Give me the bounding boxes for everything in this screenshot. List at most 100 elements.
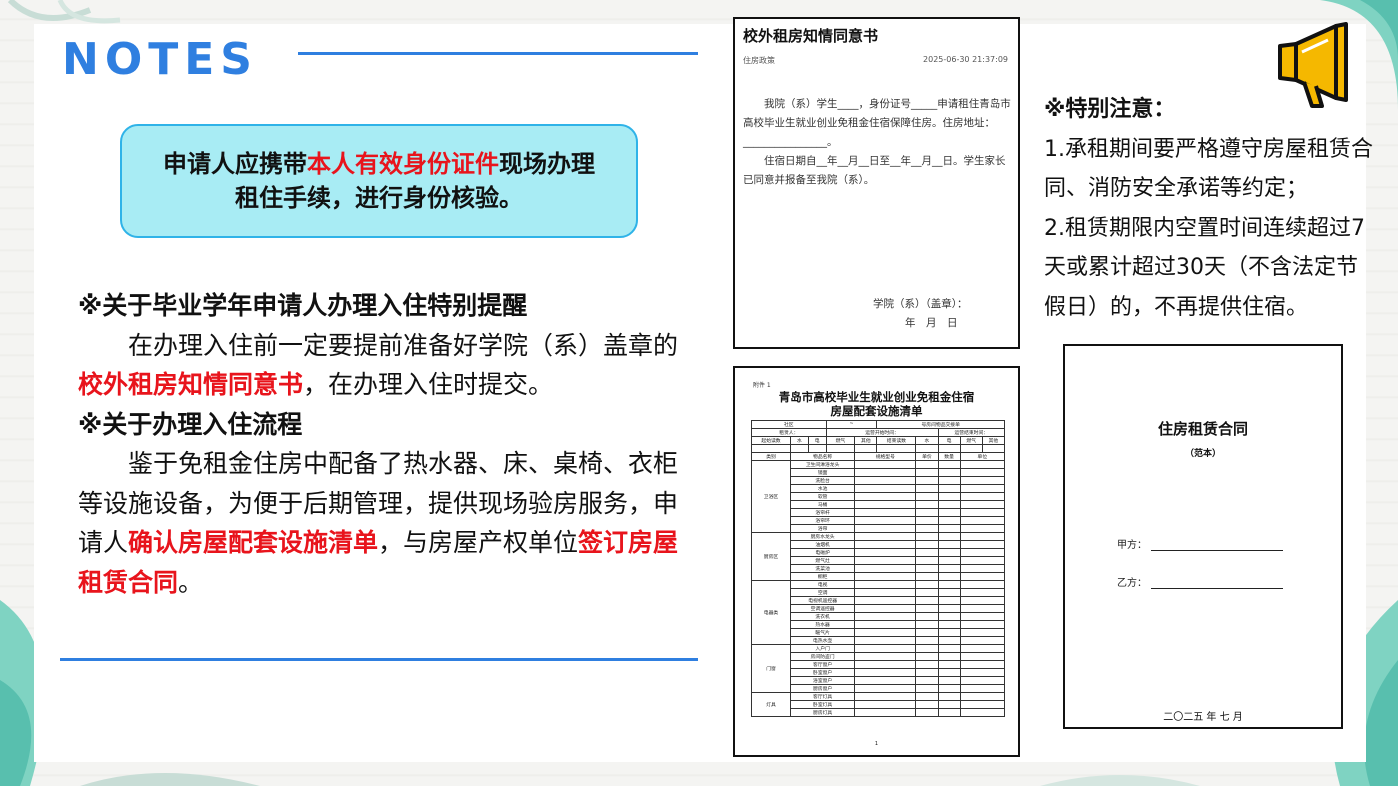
checklist-cell (959, 491, 1006, 501)
checklist-cell (937, 659, 961, 669)
checklist-cell: 起始读数 (751, 436, 791, 445)
checklist-cell (959, 499, 1006, 509)
special-notice: ※特别注意： 1.承租期间要严格遵守房屋租赁合同、消防安全承诺等约定； 2.租赁… (1044, 90, 1374, 327)
contract-party-b: 乙方： (1117, 574, 1283, 589)
checklist-cell (915, 444, 939, 453)
checklist-cell (959, 483, 1006, 493)
consent-form-highlight: 校外租房知情同意书 (78, 370, 304, 399)
checklist-cell: 规格型号 (854, 451, 917, 461)
notice-item-2: 2.租赁期限内空置时间连续超过7天或累计超过30天（不含法定节假日）的，不再提供… (1044, 215, 1365, 320)
checklist-cell: 燃气 (959, 436, 983, 445)
instructions-body: ※关于毕业学年申请人办理入住特别提醒 在办理入住前一定要提前准备好学院（系）盖章… (78, 286, 684, 602)
checklist-cell: 其他 (981, 436, 1006, 445)
checklist-cell (854, 707, 917, 717)
checklist-cell (854, 444, 878, 453)
checklist-item: 电磁炉 (789, 547, 856, 557)
checklist-cell: 水 (789, 436, 809, 445)
checklist-cell (915, 683, 939, 693)
checklist-cell (915, 531, 939, 541)
checklist-cell (915, 651, 939, 661)
checklist-cell: 运营结束时间： (937, 428, 1006, 437)
checklist-cell (937, 699, 961, 709)
checklist-cell (915, 571, 939, 581)
checklist-cell (915, 595, 939, 605)
checklist-item: 马桶 (789, 499, 856, 509)
checklist-item: 空调 (789, 587, 856, 597)
checklist-cell (854, 571, 917, 581)
section-heading-checkin: ※关于办理入住流程 (78, 409, 303, 439)
checklist-item: 软管 (789, 491, 856, 501)
checklist-cell (937, 643, 961, 653)
checklist-cell (915, 483, 939, 493)
checklist-cell (915, 515, 939, 525)
checklist-cell (915, 627, 939, 637)
checklist-item: 卧室窗户 (789, 667, 856, 677)
checklist-item: 卧室灯具 (789, 699, 856, 709)
consent-form-signature: 学院（系）（盖章）： 年 月 日 (873, 295, 968, 333)
checklist-cell (937, 571, 961, 581)
consent-form-para2: 住宿日期自__年__月__日至__年__月__日。学生家长已同意并报备至我院（系… (743, 155, 1006, 186)
checklist-item: 厨房窗户 (789, 683, 856, 693)
checklist-cell (959, 611, 1006, 621)
consent-form-document: 校外租房知情同意书 住房政策 2025-06-30 21:37:09 我院（系）… (733, 17, 1020, 349)
checklist-item: 燃气灶 (789, 555, 856, 565)
checklist-cell (789, 444, 809, 453)
checklist-cell (937, 707, 961, 717)
checklist-cell (959, 459, 1006, 469)
checklist-cell (959, 691, 1006, 701)
checklist-item: 客厅窗户 (789, 659, 856, 669)
checklist-cell (915, 603, 939, 613)
checklist-cell (937, 595, 961, 605)
rental-contract-document: 住房租赁合同 （范本） 甲方： 乙方： 二〇二五 年 七 月 (1063, 344, 1343, 729)
checklist-cell (915, 539, 939, 549)
notice-item-1: 1.承租期间要严格遵守房屋租赁合同、消防安全承诺等约定； (1044, 136, 1373, 202)
checklist-item: 洗衣机 (789, 611, 856, 621)
facilities-checklist-document: 附件 1 青岛市高校毕业生就业创业免租金住宿 房屋配套设施清单 社区 ~ 号房间物品… (733, 366, 1020, 757)
contract-date: 二〇二五 年 七 月 (1163, 712, 1243, 723)
checklist-cell (959, 587, 1006, 597)
checklist-cell (915, 587, 939, 597)
checklist-category: 卫浴区 (751, 459, 791, 533)
checklist-cell (915, 675, 939, 685)
checklist-cell: 物品名称 (789, 451, 856, 461)
checklist-cell (937, 467, 961, 477)
checklist-cell (915, 619, 939, 629)
checklist-cell (937, 627, 961, 637)
checklist-item: 房间防盗门 (789, 651, 856, 661)
checklist-cell (854, 683, 917, 693)
checklist-cell (915, 579, 939, 589)
checklist-cell (854, 675, 917, 685)
callout-highlight: 本人有效身份证件 (307, 150, 499, 178)
checklist-cell (937, 531, 961, 541)
checklist-cell (959, 507, 1006, 517)
checklist-cell (854, 579, 917, 589)
checklist-item: 镜面 (789, 467, 856, 477)
checklist-cell (915, 459, 939, 469)
checklist-cell (937, 515, 961, 525)
checklist-cell (937, 563, 961, 573)
page-title: NOTES (62, 34, 258, 85)
checklist-cell: 燃气 (825, 436, 856, 445)
checklist-cell (937, 555, 961, 565)
checklist-cell (959, 619, 1006, 629)
paragraph-text: ，在办理入住时提交。 (303, 370, 554, 399)
checklist-cell: 电 (807, 436, 827, 445)
checklist-cell (959, 547, 1006, 557)
checklist-cell (915, 523, 939, 533)
checklist-cell (854, 595, 917, 605)
checklist-cell (854, 643, 917, 653)
checklist-cell (937, 444, 961, 453)
checklist-cell (937, 587, 961, 597)
checklist-cell (854, 619, 917, 629)
leaf-decoration-bottom-icon (80, 773, 1200, 786)
callout-text-before: 申请人应携带 (163, 150, 307, 178)
consent-form-body: 我院（系）学生____，身份证号_____申请租住青岛市高校毕业生就业创业免租金… (743, 95, 1011, 190)
checklist-cell (876, 444, 917, 453)
id-requirement-callout: 申请人应携带本人有效身份证件现场办理租住手续，进行身份核验。 (120, 124, 638, 238)
checklist-cell (937, 491, 961, 501)
checklist-cell (915, 667, 939, 677)
checklist-cell: 号房间物品交接单 (876, 420, 1005, 429)
checklist-cell (854, 459, 917, 469)
checklist-cell: ~ (825, 420, 878, 429)
checklist-cell (959, 523, 1006, 533)
